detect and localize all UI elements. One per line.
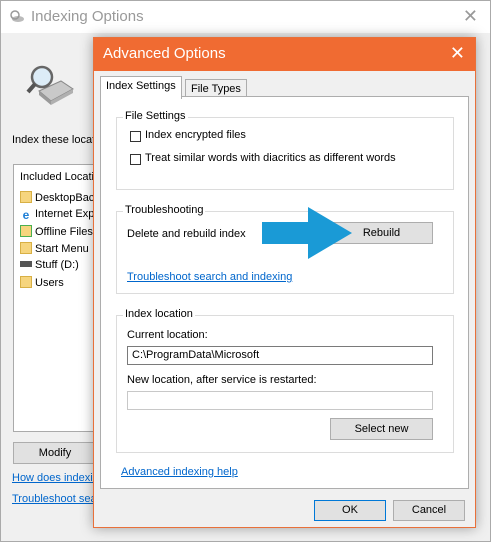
troubleshoot-search-indexing-link[interactable]: Troubleshoot search and indexing xyxy=(127,271,292,283)
index-these-label: Index these locati xyxy=(12,134,98,146)
file-settings-group: File Settings Index encrypted files Trea… xyxy=(116,110,454,190)
folder-icon xyxy=(20,276,32,288)
list-item[interactable]: e Internet Exp xyxy=(20,208,95,224)
file-settings-heading: File Settings xyxy=(123,110,188,122)
included-locations-list[interactable]: Included Locatio DesktopBack e Internet E… xyxy=(13,164,100,432)
current-location-field: C:\ProgramData\Microsoft xyxy=(127,346,433,365)
list-item[interactable]: Stuff (D:) xyxy=(20,259,79,275)
delete-rebuild-label: Delete and rebuild index xyxy=(127,228,246,240)
cancel-button[interactable]: Cancel xyxy=(393,500,465,521)
diacritics-label[interactable]: Treat similar words with diacritics as d… xyxy=(145,152,396,164)
modify-button[interactable]: Modify xyxy=(13,442,97,464)
window-title: Indexing Options xyxy=(31,8,144,25)
indexing-app-icon xyxy=(10,10,24,22)
new-location-field xyxy=(127,391,433,410)
index-settings-pane: File Settings Index encrypted files Trea… xyxy=(100,96,469,489)
window-titlebar: Indexing Options ✕ xyxy=(1,1,490,33)
how-indexing-link[interactable]: How does indexin xyxy=(12,472,99,484)
list-item[interactable]: Offline Files xyxy=(20,225,93,241)
tab-index-settings[interactable]: Index Settings xyxy=(100,76,182,99)
offline-files-icon xyxy=(20,225,32,237)
ok-button[interactable]: OK xyxy=(314,500,386,521)
arrow-annotation-icon xyxy=(262,207,352,259)
advanced-indexing-help-link[interactable]: Advanced indexing help xyxy=(121,466,238,478)
advanced-options-dialog: Advanced Options ✕ Index Settings File T… xyxy=(93,37,476,528)
new-location-label: New location, after service is restarted… xyxy=(127,374,317,386)
encrypt-label[interactable]: Index encrypted files xyxy=(145,129,246,141)
list-header: Included Locatio xyxy=(20,171,100,183)
magnifier-drive-icon xyxy=(26,65,74,105)
list-item[interactable]: DesktopBack xyxy=(20,191,99,207)
folder-icon xyxy=(20,242,32,254)
list-item[interactable]: Users xyxy=(20,276,64,292)
current-location-label: Current location: xyxy=(127,329,208,341)
internet-explorer-icon: e xyxy=(22,208,30,222)
troubleshooting-heading: Troubleshooting xyxy=(123,204,206,216)
close-icon[interactable]: ✕ xyxy=(450,43,465,64)
diacritics-checkbox[interactable] xyxy=(130,154,141,165)
list-item[interactable]: Start Menu xyxy=(20,242,89,258)
dialog-titlebar: Advanced Options ✕ xyxy=(94,38,475,71)
index-location-group: Index location Current location: C:\Prog… xyxy=(116,308,454,453)
troubleshoot-search-link[interactable]: Troubleshoot sea xyxy=(12,493,97,505)
drive-icon xyxy=(20,261,32,267)
close-icon[interactable]: ✕ xyxy=(463,6,478,27)
index-location-heading: Index location xyxy=(123,308,195,320)
folder-icon xyxy=(20,191,32,203)
encrypt-checkbox[interactable] xyxy=(130,131,141,142)
select-new-button[interactable]: Select new xyxy=(330,418,433,440)
dialog-title: Advanced Options xyxy=(103,45,226,62)
